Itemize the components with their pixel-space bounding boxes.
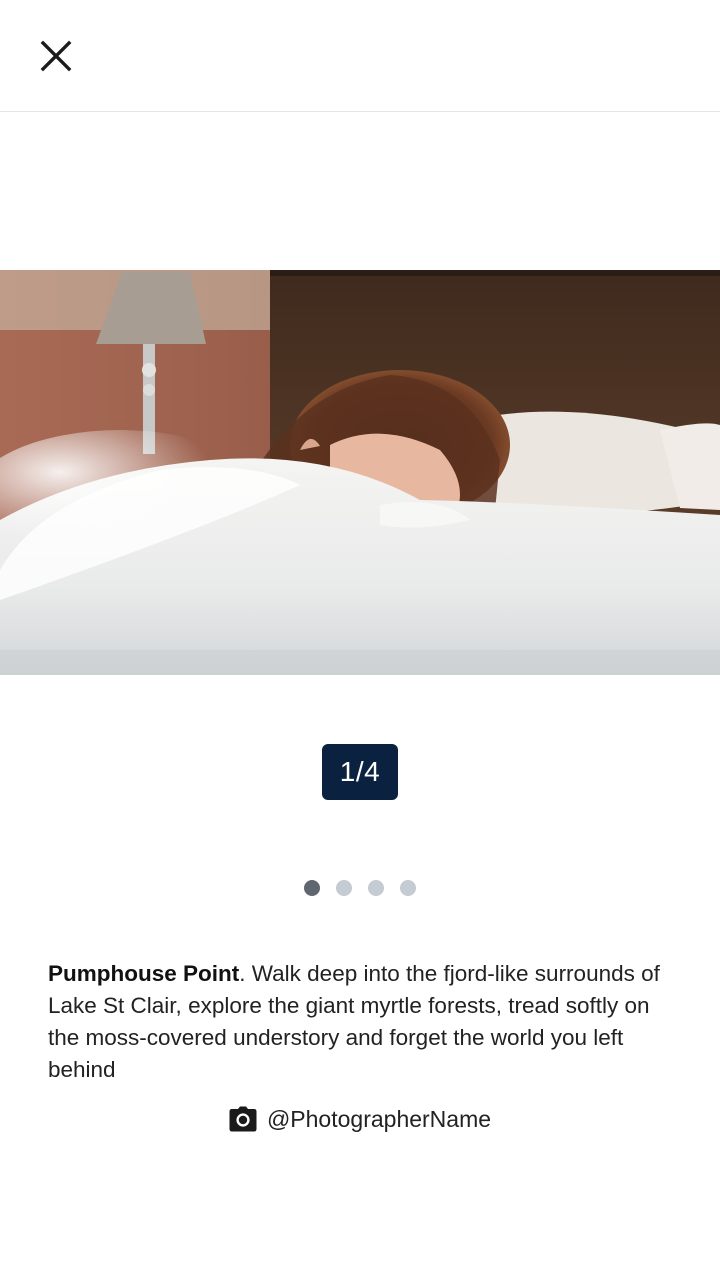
- photo-credit: @PhotographerName: [0, 1102, 720, 1136]
- pagination-dot-4[interactable]: [400, 880, 416, 896]
- image-counter-badge: 1/4: [322, 744, 398, 800]
- top-bar: [0, 0, 720, 112]
- photographer-handle[interactable]: @PhotographerName: [267, 1106, 491, 1133]
- caption-title: Pumphouse Point: [48, 961, 240, 986]
- pagination-dots: [0, 878, 720, 898]
- pagination-dot-3[interactable]: [368, 880, 384, 896]
- pagination-dot-2[interactable]: [336, 880, 352, 896]
- close-button[interactable]: [28, 28, 84, 84]
- close-icon: [40, 40, 72, 72]
- photo-gallery-screen: 1/4 Pumphouse Point. Walk deep into the …: [0, 0, 720, 1280]
- photo-image: [0, 270, 720, 675]
- photo-caption: Pumphouse Point. Walk deep into the fjor…: [48, 958, 678, 1086]
- pagination-dot-1[interactable]: [304, 880, 320, 896]
- gallery-photo[interactable]: [0, 270, 720, 675]
- camera-icon: [229, 1106, 257, 1132]
